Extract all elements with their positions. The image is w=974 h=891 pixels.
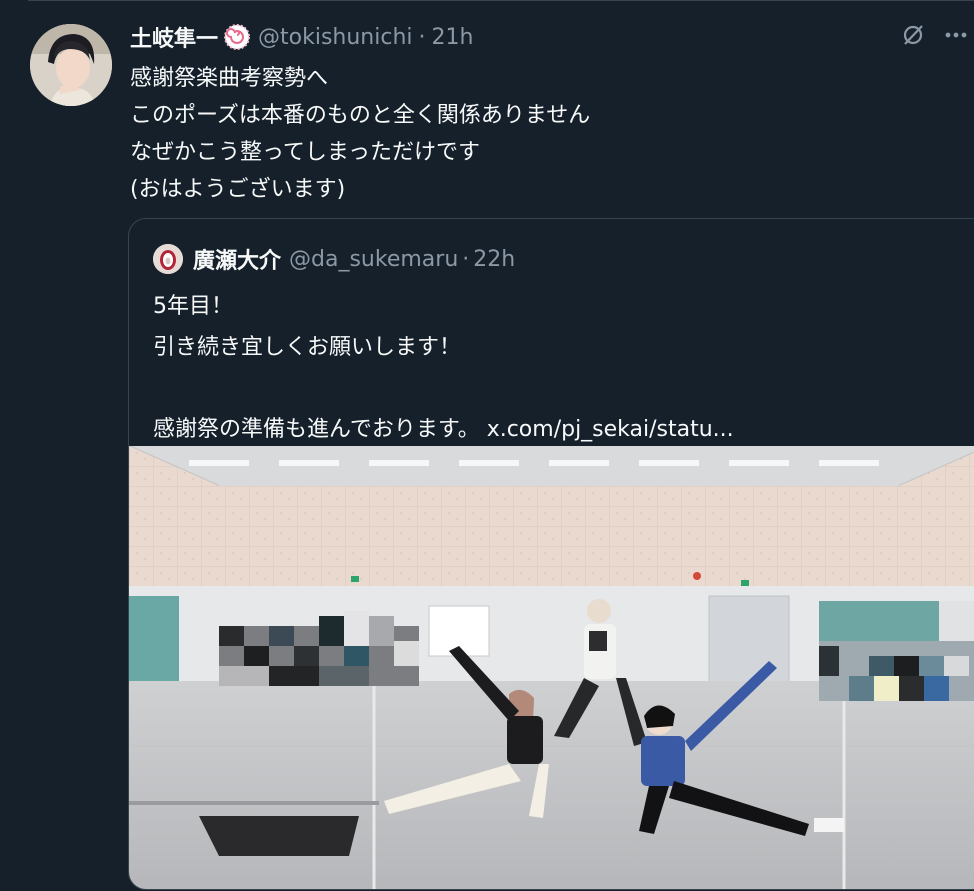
rehearsal-photo[interactable] <box>129 446 974 889</box>
quoted-line: 5年目！ <box>153 294 233 319</box>
more-icon[interactable] <box>944 22 968 52</box>
avatar[interactable] <box>30 24 112 106</box>
translate-icon[interactable] <box>900 22 926 52</box>
display-name[interactable]: 土岐隼一 <box>130 21 218 53</box>
separator: · <box>418 24 426 50</box>
quoted-tweet-text: 5年目！ 引き続き宜しくお願いします！ 感謝祭の準備も進んでおります。 x.co… <box>153 286 734 450</box>
quoted-timestamp[interactable]: 22h <box>473 247 515 272</box>
quoted-tweet-card[interactable]: 廣瀬大介 @da_sukemaru · 22h 5年目！ 引き続き宜しくお願いし… <box>128 218 974 890</box>
quoted-tweet-header: 廣瀬大介 @da_sukemaru · 22h <box>153 243 515 275</box>
separator: · <box>462 246 470 272</box>
tweet-line: 感謝祭楽曲考察勢へ <box>130 66 329 91</box>
egg-avatar-icon[interactable] <box>153 244 183 274</box>
quoted-handle[interactable]: @da_sukemaru <box>289 247 458 272</box>
quoted-line <box>153 368 734 409</box>
handle[interactable]: @tokishunichi <box>258 25 413 50</box>
quoted-line: 引き続き宜しくお願いします！ <box>153 335 462 360</box>
tweet-line: なぜかこう整ってしまっただけです <box>130 140 481 165</box>
narutomaki-emoji-icon <box>224 24 251 50</box>
quoted-line: 感謝祭の準備も進んでおります。 x.com/pj_sekai/statu... <box>153 417 734 442</box>
top-divider <box>28 0 974 1</box>
tweet-line: このポーズは本番のものと全く関係ありません <box>130 103 591 128</box>
timestamp[interactable]: 21h <box>432 25 474 50</box>
quoted-display-name[interactable]: 廣瀬大介 <box>193 243 281 275</box>
tweet-header: 土岐隼一 @tokishunichi · 21h <box>130 20 473 54</box>
tweet-text: 感謝祭楽曲考察勢へ このポーズは本番のものと全く関係ありません なぜかこう整って… <box>130 60 590 208</box>
rehearsal-photo-icon <box>129 446 974 889</box>
profile-avatar-icon <box>30 24 112 106</box>
tweet-line: (おはようございます) <box>130 177 346 202</box>
header-actions <box>900 22 968 52</box>
